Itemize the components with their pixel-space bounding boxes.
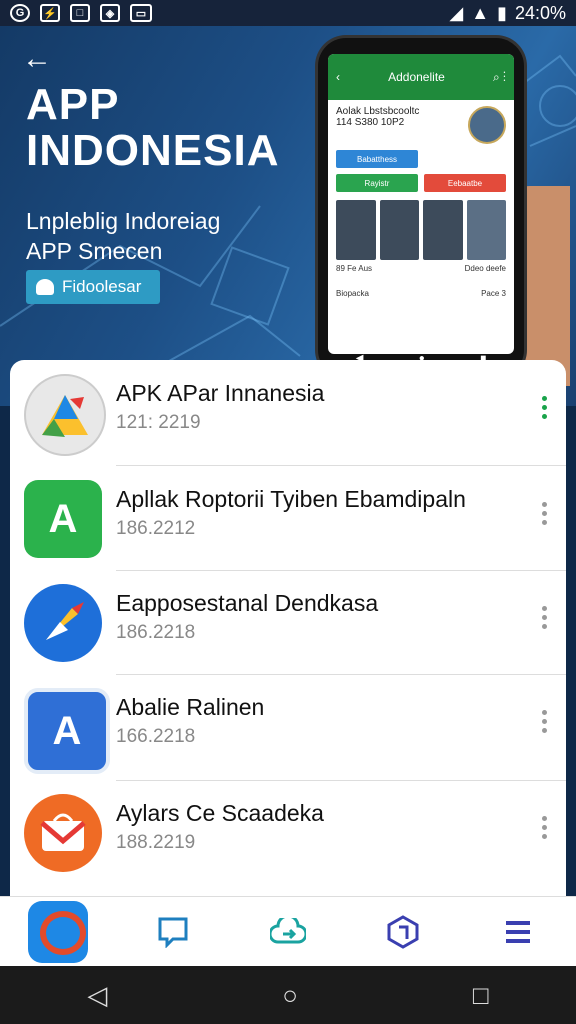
app-version: 186.2218 [116, 622, 196, 643]
hero-subtitle-line2: APP Smecen [26, 238, 163, 264]
shopping-bag-mail-icon [24, 794, 102, 872]
user-icon [36, 279, 54, 295]
list-item[interactable]: A Abalie Ralinen 166.2218 [10, 674, 566, 778]
hero-title-line2: INDONESIA [26, 126, 280, 175]
more-options-icon[interactable] [540, 396, 548, 419]
phone-app-bar: ‹ Addonelite ⌕ ⋮ [328, 54, 514, 100]
status-bar: G ⚡ □ ◈ ▭ ◢ ▲ ▮ 24:0% [0, 0, 576, 26]
menu-icon[interactable] [488, 902, 548, 962]
phone-people-photos [336, 200, 506, 260]
list-item[interactable]: Aylars Ce Scaadeka 188.2219 [10, 780, 566, 884]
app-name: APK APar Innanesia [116, 380, 325, 406]
more-options-icon[interactable] [540, 710, 548, 733]
hero-subtitle-line1: Lnpleblig Indoreiag [26, 208, 221, 234]
hero-banner: ← APP INDONESIA Lnpleblig Indoreiag APP … [0, 26, 576, 406]
list-item[interactable]: Eapposestanal Dendkasa 186.2218 [10, 570, 566, 674]
phone-btn1: Babatthess [336, 150, 418, 168]
phone-avatar [468, 106, 506, 144]
cloud-share-icon[interactable] [258, 902, 318, 962]
app-name: Aylars Ce Scaadeka [116, 800, 324, 826]
hero-subtitle: Lnpleblig Indoreiag APP Smecen [26, 206, 220, 266]
hero-title-line1: APP [26, 80, 120, 129]
phone-cap2: Ddeo deefe [464, 264, 506, 273]
hex-badge-icon[interactable] [373, 902, 433, 962]
app-name: Abalie Ralinen [116, 694, 265, 720]
bottom-nav [0, 896, 576, 967]
back-icon[interactable]: ◁ [87, 980, 107, 1011]
home-app-icon[interactable] [27, 901, 88, 963]
phone-btn2: Eebaatbe [424, 174, 506, 192]
signal-icon: ▲ [471, 2, 490, 23]
phone-buttons-row1: Babatthess [328, 150, 514, 168]
phone-photo [466, 200, 506, 260]
phone-btn-empty [424, 150, 506, 168]
phone-app-title: Addonelite [388, 70, 445, 84]
phone-cap4: Pace 3 [481, 289, 506, 298]
phone-captions: 89 Fe Aus Ddeo deefe [328, 260, 514, 277]
g-circle-icon: G [10, 4, 30, 22]
list-item[interactable]: APK APar Innanesia 121: 2219 [10, 360, 566, 464]
app-name: Apllak Roptorii Tyiben Ebamdipaln [116, 486, 466, 512]
shield-icon: ◈ [100, 4, 120, 22]
list-item[interactable]: A Apllak Roptorii Tyiben Ebamdipaln 186.… [10, 466, 566, 570]
phone-photo [336, 200, 376, 260]
hero-button[interactable]: Fidoolesar [26, 270, 160, 304]
phone-cap1: 89 Fe Aus [336, 264, 373, 273]
home-icon[interactable]: ○ [282, 980, 298, 1011]
system-nav-bar: ◁ ○ □ [0, 966, 576, 1024]
phone-screen: ‹ Addonelite ⌕ ⋮ Aolak Lbstsbcooltc 114 … [328, 54, 514, 354]
app-store-a-icon: A [24, 480, 102, 558]
hero-title: APP INDONESIA [26, 82, 279, 174]
recents-icon[interactable]: □ [473, 980, 489, 1011]
hero-button-label: Fidoolesar [62, 277, 142, 296]
flash-icon: ⚡ [40, 4, 60, 22]
phone-footer: Biopacka Pace 3 [328, 285, 514, 302]
more-options-icon[interactable] [540, 502, 548, 525]
battery-icon: ▮ [497, 2, 507, 23]
phone-header-text: Aolak Lbstsbcooltc 114 S380 10P2 [336, 106, 419, 144]
app-version: 121: 2219 [116, 412, 201, 433]
app-version: 186.2212 [116, 518, 196, 539]
box-icon: □ [70, 4, 90, 22]
status-right: ◢ ▲ ▮ 24:0% [449, 3, 566, 24]
back-arrow-icon[interactable]: ← [22, 44, 52, 74]
phone-header: Aolak Lbstsbcooltc 114 S380 10P2 [328, 100, 514, 150]
drive-triangle-icon [24, 374, 106, 456]
phone-line2: 114 S380 10P2 [336, 117, 405, 128]
status-time: 24:0% [514, 2, 566, 23]
app-list-card: APK APar Innanesia 121: 2219 A Apllak Ro… [10, 360, 566, 960]
phone-photo [423, 200, 463, 260]
phone-mockup: ‹ Addonelite ⌕ ⋮ Aolak Lbstsbcooltc 114 … [318, 38, 524, 378]
more-options-icon[interactable] [540, 606, 548, 629]
phone-cap3: Biopacka [336, 289, 369, 298]
a-arrow-icon: A [24, 688, 110, 774]
phone-back-icon: ‹ [336, 70, 340, 84]
phone-search-icon: ⌕ ⋮ [492, 69, 506, 84]
status-left-icons: G ⚡ □ ◈ ▭ [10, 4, 152, 22]
app-name: Eapposestanal Dendkasa [116, 590, 379, 616]
phone-line1: Aolak Lbstsbcooltc [336, 106, 420, 117]
app-version: 166.2218 [116, 726, 196, 747]
car-icon: ▭ [130, 4, 152, 22]
phone-btn3: Rayistr [336, 174, 418, 192]
phone-buttons-row2: Rayistr Eebaatbe [328, 174, 514, 192]
wifi-icon: ◢ [449, 2, 464, 23]
phone-photo [379, 200, 419, 260]
app-version: 188.2219 [116, 832, 196, 853]
compass-pen-icon [24, 584, 102, 662]
more-options-icon[interactable] [540, 816, 548, 839]
chat-icon[interactable] [143, 902, 203, 962]
